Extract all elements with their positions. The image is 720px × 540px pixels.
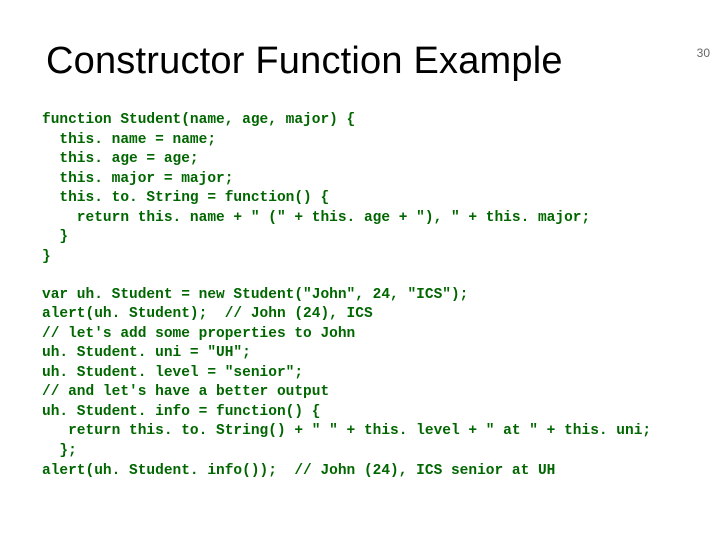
slide-title: Constructor Function Example [46,40,720,83]
slide: 30 Constructor Function Example function… [0,40,720,540]
page-number: 30 [697,46,710,60]
code-block-constructor: function Student(name, age, major) { thi… [42,111,720,268]
code-block-usage: var uh. Student = new Student("John", 24… [42,286,720,482]
